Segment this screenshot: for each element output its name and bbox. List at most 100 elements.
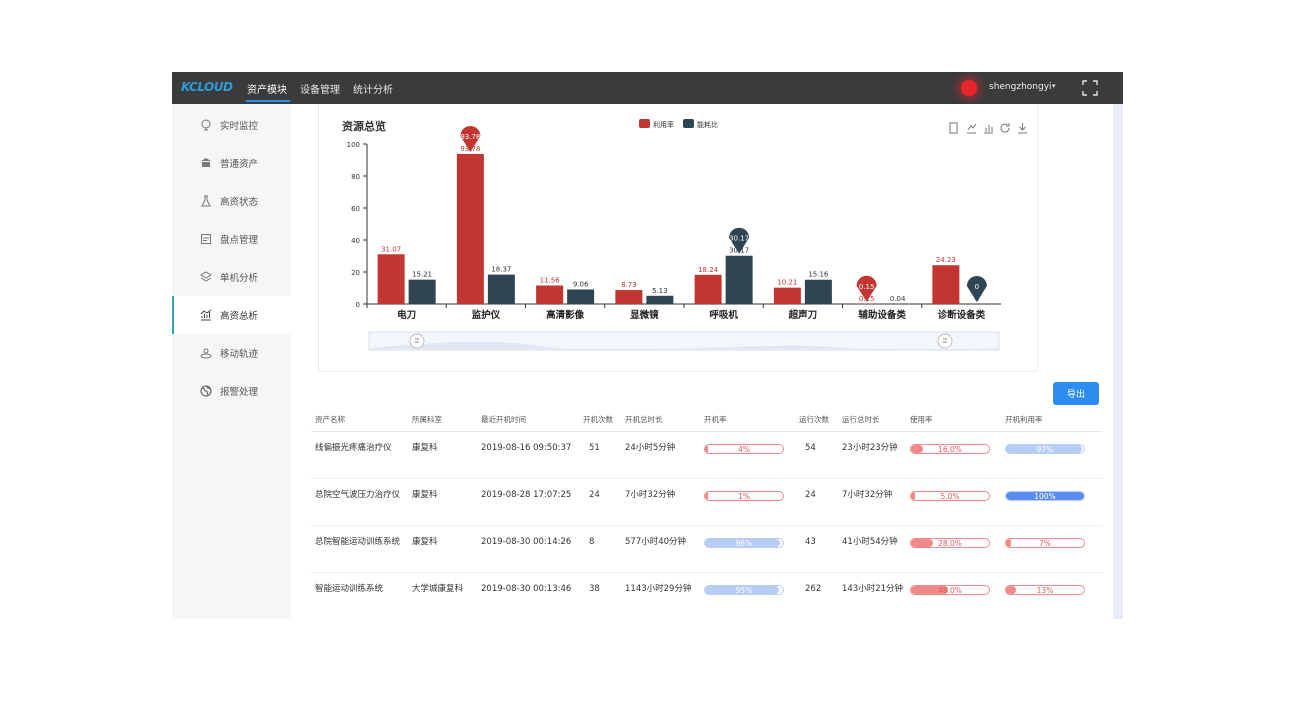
nav-device-management[interactable]: 设备管理 [300,81,340,96]
boot-duration: 577小时40分钟 [621,525,700,573]
layers-icon [200,271,212,282]
top-bar: KCLOUD 资产模块 设备管理 统计分析 shengzhongyi ▾ [172,72,1123,104]
refresh-icon[interactable] [1000,123,1010,133]
boot-rate-bar-text: 1% [738,491,750,501]
boot-rate-bar: 1% [704,490,784,501]
table-header-row: 资产名称 所属科室 最近开机时间 开机次数 开机总时长 开机率 运行次数 运行总… [311,409,1102,432]
data-label: 15.16 [808,271,829,279]
bar-utilization [377,254,405,304]
boot-rate-bar-text: 95% [735,585,753,595]
toolbox-shape [949,122,958,134]
sidebar-item-label: 盘点管理 [220,235,259,246]
use-rate-cell: 5.0% [906,478,1001,526]
sidebar-item-inventory[interactable]: 盘点管理 [172,220,291,258]
sidebar-item-label: 高资总析 [220,311,259,322]
sidebar-item-monitor[interactable]: 实时监控 [172,106,291,144]
run-duration: 23小时23分钟 [838,431,906,479]
chevron-down-icon[interactable]: ▾ [1052,82,1056,90]
y-tick-label: 0 [356,301,360,309]
table-header: 开机总时长 [621,409,700,432]
nav-asset-module[interactable]: 资产模块 [247,81,287,96]
boot-utilization-cell: 13% [1001,572,1102,619]
sidebar-item-alarm[interactable]: 报警处理 [172,372,291,410]
zoom-handle-right[interactable] [937,333,953,349]
use-rate-cell: 48.0% [906,572,1001,619]
toolbox-shape [967,123,977,134]
trend-chart-icon [200,309,212,321]
data-view-icon[interactable] [949,122,958,134]
legend-swatch [639,119,650,128]
asset-dept: 康复科 [408,431,477,479]
last-boot-time: 2019-08-30 00:13:46 [477,572,579,619]
toolbox-shape [984,125,993,134]
y-tick-label: 60 [351,205,360,213]
download-icon[interactable] [1018,123,1027,134]
boot-rate-bar: 4% [704,443,784,454]
data-label: 5.13 [652,287,668,295]
table-row[interactable]: 智能运动训练系统 大学城康复科 2019-08-30 00:13:46 38 1143小… [311,572,1102,619]
y-tick-label: 100 [347,141,360,149]
run-count: 262 [795,572,838,619]
asset-table: 资产名称 所属科室 最近开机时间 开机次数 开机总时长 开机率 运行次数 运行总… [311,409,1102,619]
sidebar-item-label: 单机分析 [220,273,259,284]
sidebar-item-tracking[interactable]: 移动轨迹 [172,334,291,372]
vertical-scrollbar[interactable] [1113,104,1123,619]
boot-count: 38 [579,572,621,619]
run-duration: 7小时32分钟 [838,478,906,526]
username[interactable]: shengzhongyi [989,82,1052,92]
marker-label: 0.15 [859,283,875,291]
boot-rate-bar-text: 96% [735,538,753,548]
table-header: 开机次数 [579,409,621,432]
boot-rate-cell: 1% [700,478,795,526]
data-label: 8.73 [621,281,637,289]
boot-utilization-bar-text: 13% [1036,585,1054,595]
sidebar-item-general-assets[interactable]: 普通资产 [172,144,291,182]
boot-utilization-bar: 13% [1005,584,1085,595]
nav-statistics[interactable]: 统计分析 [353,81,393,96]
export-button[interactable]: 导出 [1053,382,1099,405]
bar-energy-ratio [487,274,515,304]
toolbox-shape [1000,123,1010,133]
sidebar-item-asset-status[interactable]: 高资状态 [172,182,291,220]
x-tick-label: 高清影像 [546,309,585,321]
bar-energy-ratio [646,295,674,304]
bar-chart-icon[interactable] [984,125,993,134]
run-duration: 41小时54分钟 [838,525,906,573]
use-rate-bar-text: 5.0% [940,491,960,501]
boot-rate-bar: 96% [704,537,784,548]
boot-utilization-cell: 7% [1001,525,1102,573]
resource-overview-chart: 利用率 能耗比 0 20 40 60 80 100 电刀 监护仪 高清影像 显微镜 呼吸机 超声刀 辅助设… [347,119,1027,351]
nav-active-underline [246,100,290,102]
boot-count: 24 [579,478,621,526]
sidebar-item-total-analysis[interactable]: 高资总析 [172,296,291,334]
bar-utilization [694,274,722,304]
toolbox-shape [1018,123,1027,134]
table-row[interactable]: 总院智能运动训练系统 康复科 2019-08-30 00:14:26 8 577小时40… [311,525,1102,573]
x-tick-label: 诊断设备类 [938,309,986,321]
table-header: 运行总时长 [838,409,906,432]
run-count: 43 [795,525,838,573]
sidebar-item-label: 实时监控 [220,121,259,132]
table-header: 最近开机时间 [477,409,579,432]
logo: KCLOUD [181,80,233,94]
bar-energy-ratio [725,255,753,304]
data-label: 18.37 [491,266,511,274]
fullscreen-icon[interactable] [1082,80,1098,96]
sidebar: 实时监控 普通资产 高资状态 盘点管理 单机分析 高资总析 移动轨迹 报警处理 [172,104,291,619]
y-tick-label: 40 [351,237,360,245]
last-boot-time: 2019-08-30 00:14:26 [477,525,579,573]
boot-utilization-bar-text: 100% [1034,491,1056,501]
sidebar-item-single-analysis[interactable]: 单机分析 [172,258,291,296]
table-row[interactable]: 线偏振光疼痛治疗仪 康复科 2019-08-16 09:50:37 51 24小时5分钟… [311,431,1102,479]
use-rate-bar: 16.0% [910,443,990,454]
line-chart-icon[interactable] [967,123,977,134]
y-tick-label: 20 [351,269,360,277]
table-row[interactable]: 总院空气波压力治疗仪 康复科 2019-08-28 17:07:25 24 7小时32分… [311,478,1102,526]
asset-name: 总院智能运动训练系统 [311,525,408,573]
zoom-handle-left[interactable] [409,333,425,349]
table-header: 所属科室 [408,409,477,432]
asset-dept: 康复科 [408,478,477,526]
marker-pin: 0 [966,276,987,302]
data-label: 9.06 [573,281,589,289]
last-boot-time: 2019-08-28 17:07:25 [477,478,579,526]
